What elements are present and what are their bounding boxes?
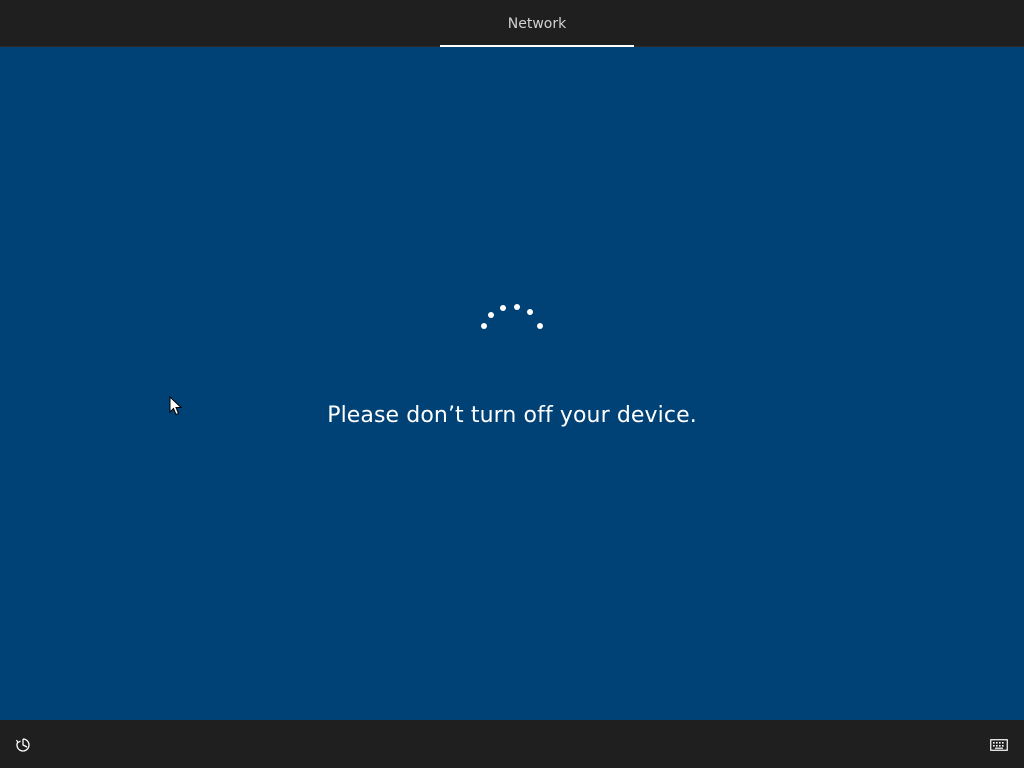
keyboard-icon [990,739,1008,751]
ease-of-access-icon [15,738,30,752]
loading-dots-icon [472,295,552,335]
status-message: Please don’t turn off your device. [327,403,697,428]
spinner-dot [514,304,520,310]
setup-content-area: Please don’t turn off your device. [0,47,1024,720]
tab-network[interactable]: Network [440,0,634,47]
spinner-dot [527,309,533,315]
mouse-pointer-icon [169,396,183,416]
bottom-bar [0,720,1024,768]
on-screen-keyboard-button[interactable] [987,734,1011,756]
spinner-dot [537,323,543,329]
spinner-dot [488,312,494,318]
spinner-dot [500,305,506,311]
top-bar: Network [0,0,1024,47]
spinner-dot [481,323,487,329]
tab-network-label: Network [507,16,567,32]
ease-of-access-button[interactable] [12,734,34,756]
